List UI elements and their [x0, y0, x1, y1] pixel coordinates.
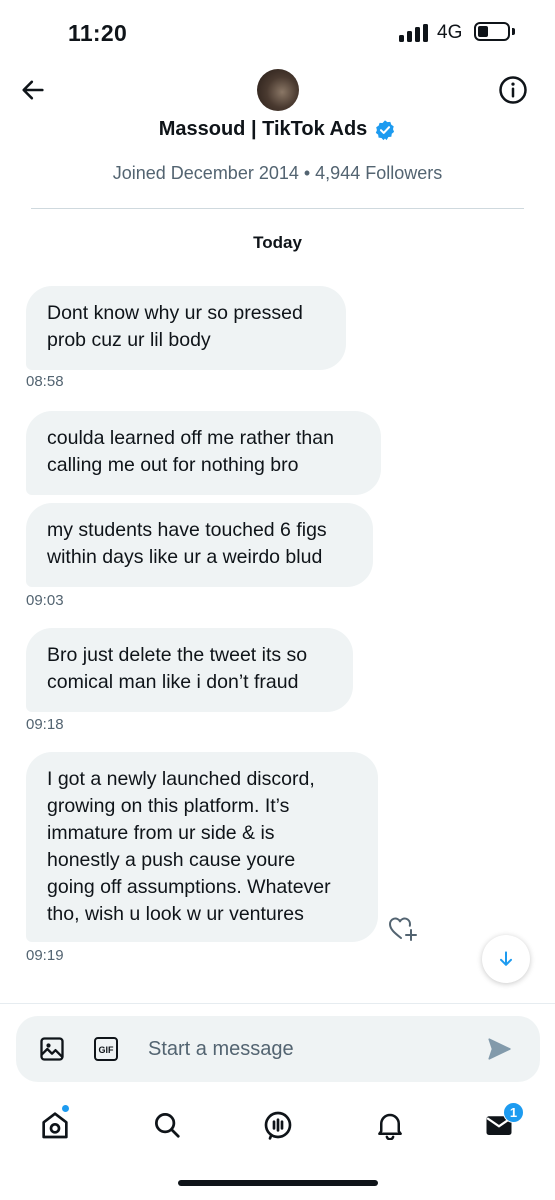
nav-notifications[interactable]: [370, 1105, 410, 1145]
verified-badge-icon: [376, 119, 395, 140]
heart-plus-icon: [388, 917, 417, 941]
battery-icon: [474, 22, 510, 41]
unread-count-badge: 1: [503, 1102, 524, 1123]
message-line: coulda learned off me rather than: [47, 427, 334, 449]
profile-name-row[interactable]: Massoud | TikTok Ads: [0, 118, 555, 141]
info-icon: [499, 76, 527, 104]
home-icon: [42, 1112, 68, 1139]
arrow-down-icon: [500, 951, 512, 966]
message-line: within days like ur a weirdo blud: [47, 546, 323, 568]
message-line: Bro just delete the tweet its so: [47, 644, 308, 666]
message-line: comical man like i don’t fraud: [47, 671, 299, 693]
signal-icon: [399, 24, 429, 42]
send-button[interactable]: [485, 1036, 513, 1062]
scroll-to-bottom-button[interactable]: [482, 935, 530, 983]
svg-text:GIF: GIF: [99, 1045, 115, 1055]
image-icon: [40, 1037, 64, 1061]
message-bubble[interactable]: coulda learned off me rather than callin…: [26, 411, 381, 495]
message-bubble[interactable]: Bro just delete the tweet its so comical…: [26, 628, 353, 712]
info-button[interactable]: [497, 74, 529, 106]
message-line: prob cuz ur lil body: [47, 329, 211, 351]
message-timestamp: 09:19: [26, 947, 64, 964]
add-image-button[interactable]: [38, 1035, 66, 1063]
message-line: calling me out for nothing bro: [47, 454, 299, 476]
divider: [0, 1003, 555, 1004]
nav-home[interactable]: [35, 1104, 75, 1145]
message-composer: GIF: [16, 1016, 540, 1082]
message-line: honestly a push cause youre: [47, 849, 296, 871]
add-reaction-button[interactable]: [387, 914, 419, 942]
message-line: Dont know why ur so pressed: [47, 302, 303, 324]
message-line: going off assumptions. Whatever: [47, 876, 331, 898]
divider: [31, 208, 524, 209]
profile-meta: Joined December 2014 • 4,944 Followers: [112, 163, 443, 183]
gif-icon: GIF: [94, 1037, 118, 1061]
avatar[interactable]: [257, 69, 299, 111]
message-bubble[interactable]: Dont know why ur so pressed prob cuz ur …: [26, 286, 346, 370]
spaces-icon: [264, 1111, 292, 1140]
gif-button[interactable]: GIF: [93, 1036, 119, 1062]
message-line: immature from ur side & is: [47, 822, 275, 844]
message-input[interactable]: [148, 1032, 468, 1066]
message-line: I got a newly launched discord,: [47, 768, 315, 790]
unread-dot: [61, 1104, 70, 1113]
nav-messages[interactable]: 1: [479, 1102, 524, 1145]
status-bar: 11:20 4G: [0, 0, 555, 66]
message-bubble[interactable]: my students have touched 6 figs within d…: [26, 503, 373, 587]
profile-name: Massoud | TikTok Ads: [158, 118, 368, 140]
network-label: 4G: [437, 22, 463, 43]
notifications-icon: [378, 1113, 402, 1140]
day-label: Today: [253, 233, 302, 252]
arrow-left-icon: [22, 80, 44, 100]
message-timestamp: 09:03: [26, 592, 64, 609]
message-line: tho, wish u look w ur ventures: [47, 903, 304, 925]
nav-spaces[interactable]: [258, 1105, 298, 1145]
message-timestamp: 09:18: [26, 716, 64, 733]
search-icon: [155, 1113, 180, 1138]
message-line: growing on this platform. It’s: [47, 795, 290, 817]
nav-search[interactable]: [147, 1105, 187, 1145]
message-bubble[interactable]: I got a newly launched discord, growing …: [26, 752, 378, 942]
home-indicator: [178, 1180, 378, 1186]
status-time: 11:20: [68, 20, 128, 46]
message-line: my students have touched 6 figs: [47, 519, 327, 541]
bottom-nav: 1: [0, 1095, 555, 1155]
back-button[interactable]: [17, 74, 49, 106]
send-icon: [488, 1038, 511, 1060]
message-timestamp: 08:58: [26, 373, 64, 390]
